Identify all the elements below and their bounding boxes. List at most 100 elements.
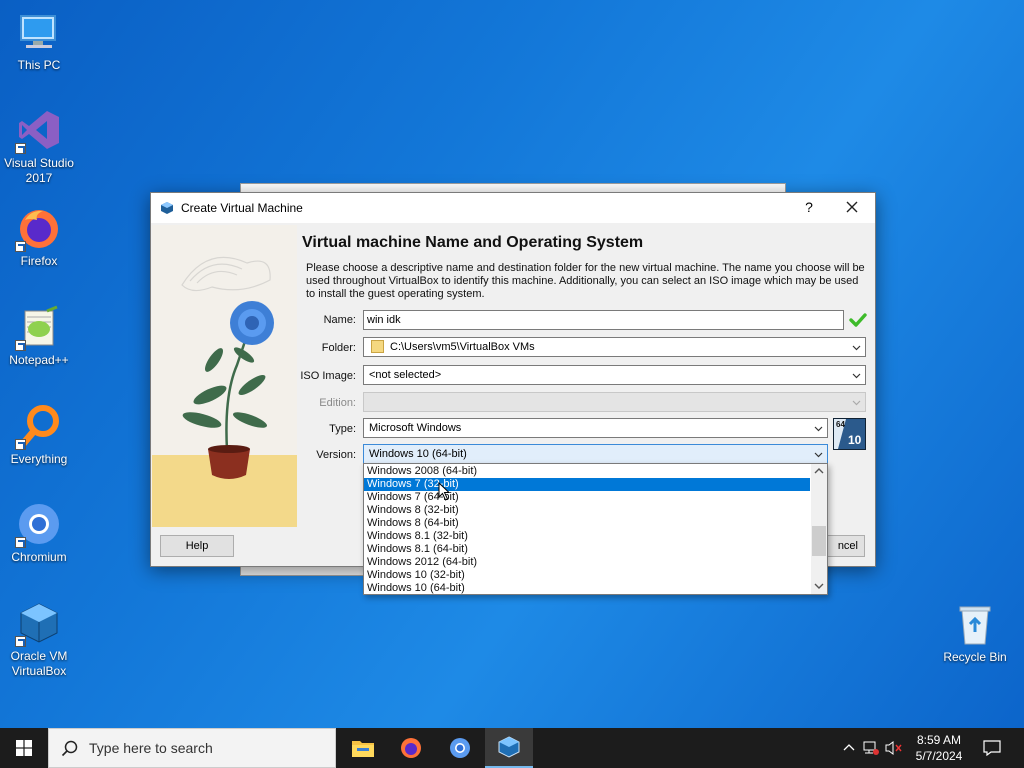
desktop-icon-notepadpp[interactable]: Notepad++ [0, 305, 78, 368]
desktop-icon-label: Everything [10, 452, 68, 466]
notification-icon [983, 740, 1001, 756]
visual-studio-icon [15, 108, 61, 154]
page-description: Please choose a descriptive name and des… [306, 262, 865, 300]
version-option[interactable]: Windows 7 (64-bit) [364, 491, 810, 504]
windows-logo-icon [16, 740, 32, 756]
chevron-down-icon [852, 373, 861, 379]
name-label: Name: [323, 314, 356, 326]
desktop-icon-this-pc[interactable]: This PC [0, 10, 78, 73]
type-select[interactable]: Microsoft Windows [363, 418, 828, 438]
version-option[interactable]: Windows 8 (32-bit) [364, 504, 810, 517]
tray-volume[interactable] [882, 728, 904, 768]
shortcut-arrow-icon [15, 439, 26, 450]
version-option[interactable]: Windows 8 (64-bit) [364, 517, 810, 530]
iso-image-label: ISO Image: [300, 370, 356, 382]
taskbar-clock[interactable]: 8:59 AM 5/7/2024 [905, 732, 973, 764]
name-input[interactable]: win idk [363, 310, 844, 330]
iso-image-select[interactable]: <not selected> [363, 365, 866, 385]
dialog-titlebar[interactable]: Create Virtual Machine ? [151, 193, 875, 223]
desktop-icon-chromium[interactable]: Chromium [0, 502, 78, 565]
desktop-icon-label: This PC [17, 58, 61, 72]
computer-icon [17, 10, 61, 54]
virtualbox-icon [160, 201, 174, 215]
cancel-button-label: ncel [837, 540, 858, 552]
version-select[interactable]: Windows 10 (64-bit) [363, 444, 828, 464]
taskbar-chromium[interactable] [436, 728, 484, 768]
file-explorer-icon [352, 741, 374, 757]
desktop-icon-label: Oracle VM VirtualBox [10, 649, 68, 678]
shortcut-arrow-icon [15, 636, 26, 647]
search-icon [61, 740, 78, 757]
context-help-button[interactable]: ? [799, 199, 819, 215]
search-placeholder: Type here to search [89, 740, 213, 756]
folder-label: Folder: [321, 342, 356, 354]
version-option[interactable]: Windows 2012 (64-bit) [364, 556, 810, 569]
scroll-down-icon [814, 583, 824, 589]
desktop-icon-recycle-bin[interactable]: Recycle Bin [936, 602, 1014, 665]
taskbar-virtualbox[interactable] [485, 728, 533, 768]
version-option[interactable]: Windows 8.1 (32-bit) [364, 530, 810, 543]
version-label: Version: [316, 449, 356, 461]
virtualbox-icon [15, 601, 61, 647]
folder-value: C:\Users\vm5\VirtualBox VMs [390, 341, 535, 353]
taskbar-search-box[interactable]: Type here to search [48, 728, 336, 768]
os-type-icon: 64 10 [833, 418, 866, 450]
firefox-icon [401, 738, 421, 758]
action-center-button[interactable] [980, 728, 1004, 768]
scrollbar-thumb[interactable] [812, 526, 826, 556]
desktop-icon-virtualbox[interactable]: Oracle VM VirtualBox [0, 601, 78, 679]
everything-search-icon [15, 404, 61, 450]
desktop-icon-label: Firefox [20, 254, 58, 268]
version-option-highlighted[interactable]: Windows 7 (32-bit) [364, 478, 810, 491]
network-icon [863, 741, 879, 755]
clock-time: 8:59 AM [916, 733, 962, 747]
scroll-up-icon [814, 468, 824, 474]
shortcut-arrow-icon [15, 241, 26, 252]
os-badge-version: 10 [848, 433, 862, 447]
chromium-icon [450, 738, 470, 758]
volume-muted-icon [885, 741, 902, 755]
page-heading: Virtual machine Name and Operating Syste… [302, 234, 644, 251]
version-dropdown-list[interactable]: Windows 2008 (64-bit) Windows 7 (32-bit)… [363, 463, 828, 595]
desktop-icon-label: Recycle Bin [943, 650, 1007, 664]
type-label: Type: [329, 423, 356, 435]
chevron-down-icon [852, 345, 861, 351]
dialog-title: Create Virtual Machine [181, 201, 303, 215]
start-button[interactable] [0, 728, 48, 768]
chevron-up-icon [843, 744, 855, 751]
help-button[interactable]: Help [160, 535, 234, 557]
version-option[interactable]: Windows 10 (32-bit) [364, 569, 810, 582]
desktop-icon-label: Notepad++ [9, 353, 69, 367]
recycle-bin-icon [953, 602, 997, 646]
chevron-down-icon [852, 400, 861, 406]
desktop-icon-firefox[interactable]: Firefox [0, 206, 78, 269]
version-option[interactable]: Windows 8.1 (64-bit) [364, 543, 810, 556]
folder-icon [371, 340, 384, 353]
mouse-cursor-icon [438, 482, 451, 501]
edition-label: Edition: [319, 397, 356, 409]
desktop-icon-everything[interactable]: Everything [0, 404, 78, 467]
name-valid-check-icon [849, 311, 867, 329]
chevron-down-icon [814, 426, 823, 432]
close-icon [846, 201, 858, 213]
tray-network[interactable] [860, 728, 882, 768]
wizard-illustration [152, 225, 297, 527]
tray-chevron-up[interactable] [838, 728, 860, 768]
chromium-icon [15, 502, 61, 548]
folder-select[interactable]: C:\Users\vm5\VirtualBox VMs [363, 337, 866, 357]
close-button[interactable] [841, 196, 863, 218]
shortcut-arrow-icon [15, 340, 26, 351]
desktop-icon-visual-studio[interactable]: Visual Studio 2017 [0, 108, 78, 186]
version-option[interactable]: Windows 10 (64-bit) [364, 582, 810, 594]
desktop-icon-label: Chromium [11, 550, 67, 564]
desktop-icon-label: Visual Studio 2017 [4, 156, 74, 185]
version-option[interactable]: Windows 2008 (64-bit) [364, 465, 810, 478]
version-value: Windows 10 (64-bit) [369, 448, 467, 460]
iso-image-value: <not selected> [369, 369, 442, 381]
taskbar-file-explorer[interactable] [338, 728, 386, 768]
taskbar: Type here to search 8:59 AM 5/7/2024 [0, 728, 1024, 768]
virtualbox-icon [498, 736, 520, 758]
dropdown-scrollbar[interactable] [811, 464, 827, 594]
taskbar-firefox[interactable] [387, 728, 435, 768]
edition-select [363, 392, 866, 412]
